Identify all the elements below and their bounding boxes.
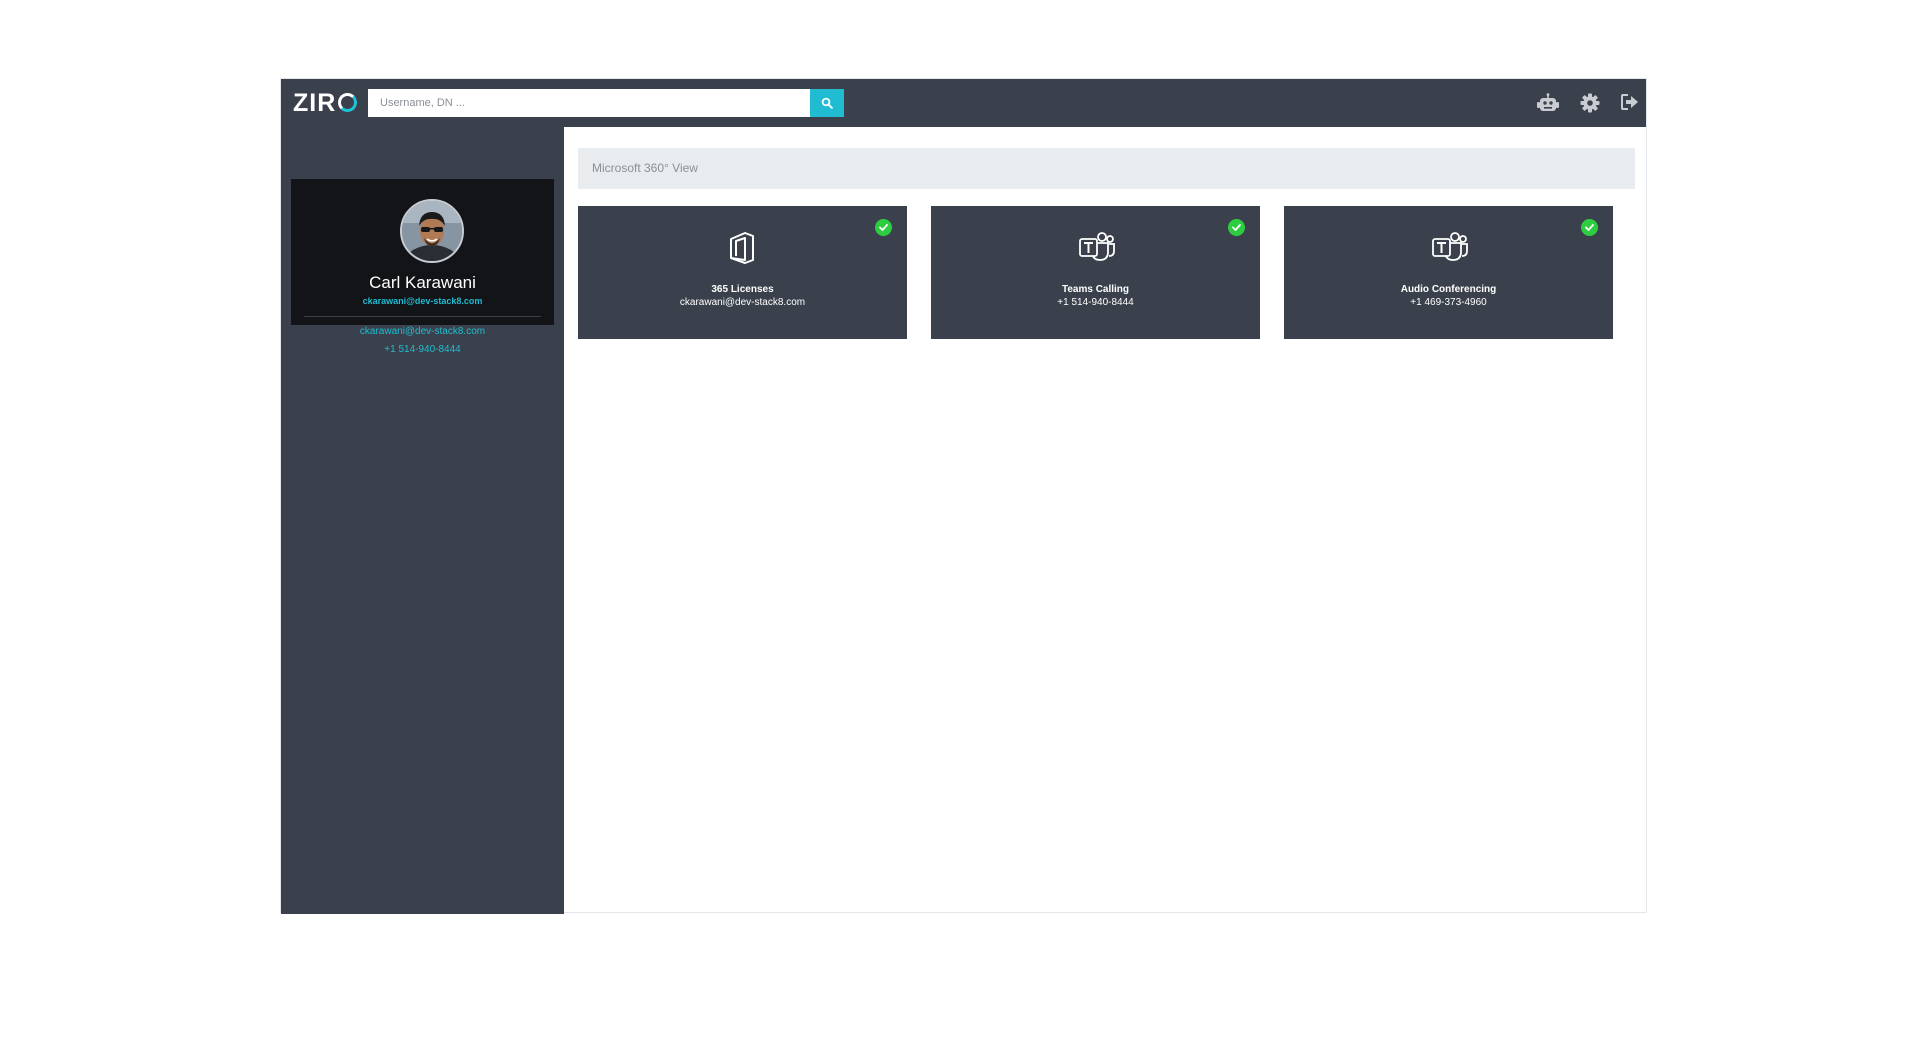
settings-button[interactable]	[1577, 91, 1603, 115]
logout-button[interactable]	[1617, 91, 1643, 115]
robot-icon	[1537, 93, 1559, 111]
card-audio-conferencing[interactable]: Audio Conferencing +1 469-373-4960	[1284, 206, 1613, 339]
ziro-logo[interactable]: ZIR	[293, 89, 358, 117]
profile-phone[interactable]: +1 514-940-8444	[291, 343, 554, 356]
logo-ring-icon	[338, 93, 358, 112]
section-title: Microsoft 360° View	[578, 148, 1635, 189]
profile-email[interactable]: ckarawani@dev-stack8.com	[291, 325, 554, 338]
card-subtitle: +1 469-373-4960	[1410, 297, 1487, 308]
robot-button[interactable]	[1535, 91, 1561, 115]
logo-text: ZIR	[293, 89, 337, 117]
card-subtitle: +1 514-940-8444	[1057, 297, 1134, 308]
status-check-icon	[1228, 219, 1245, 236]
card-title: 365 Licenses	[711, 284, 774, 295]
sign-out-icon	[1621, 94, 1638, 110]
status-check-icon	[1581, 219, 1598, 236]
teams-icon	[1432, 232, 1468, 261]
profile-name: Carl Karawani	[369, 273, 476, 292]
profile-email-primary[interactable]: ckarawani@dev-stack8.com	[291, 295, 554, 307]
app-window: ZIR Username, DN ... Carl Karawani ckara…	[280, 78, 1647, 914]
teams-icon	[1079, 232, 1115, 261]
card-subtitle: ckarawani@dev-stack8.com	[679, 297, 806, 308]
profile-card: Carl Karawani ckarawani@dev-stack8.com c…	[291, 179, 554, 355]
card-title: Audio Conferencing	[1400, 284, 1497, 295]
search-input[interactable]	[368, 89, 810, 117]
sidebar: Carl Karawani ckarawani@dev-stack8.com c…	[281, 127, 564, 914]
main-content: Microsoft 360° View 365 Licenses ckarawa…	[564, 127, 1646, 912]
search-icon	[821, 97, 833, 109]
card-title: Teams Calling	[1061, 284, 1130, 295]
card-365-licenses[interactable]: 365 Licenses ckarawani@dev-stack8.com	[578, 206, 907, 339]
gear-icon	[1580, 93, 1600, 113]
top-bar: ZIR	[281, 79, 1646, 127]
card-teams-calling[interactable]: Teams Calling +1 514-940-8444	[931, 206, 1260, 339]
avatar	[400, 199, 464, 263]
profile-divider	[304, 316, 541, 317]
office-icon	[730, 232, 754, 264]
search-button[interactable]	[810, 89, 844, 117]
status-check-icon	[875, 219, 892, 236]
